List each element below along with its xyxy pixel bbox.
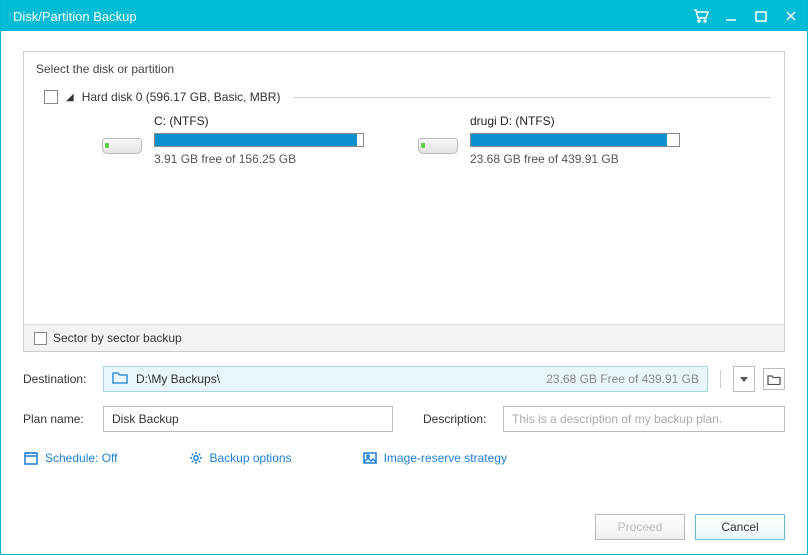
image-reserve-text: Image-reserve strategy [384,451,507,465]
partition-free-text: 3.91 GB free of 156.25 GB [154,152,364,166]
partition-item[interactable]: C: (NTFS) 3.91 GB free of 156.25 GB [98,114,364,166]
gear-icon [188,450,204,466]
browse-button[interactable] [763,368,785,390]
cancel-button[interactable]: Cancel [695,514,785,540]
destination-dropdown-button[interactable] [733,366,755,392]
partition-name: drugi D: (NTFS) [470,114,680,128]
panel-title: Select the disk or partition [24,52,784,84]
plan-name-label: Plan name: [23,412,95,426]
folder-icon [112,371,128,387]
description-input[interactable] [503,406,785,432]
maximize-icon[interactable] [753,8,769,24]
backup-options-text: Backup options [210,451,292,465]
drive-icon [98,132,144,160]
partition-name: C: (NTFS) [154,114,364,128]
window-title: Disk/Partition Backup [13,9,693,24]
calendar-icon [23,450,39,466]
destination-label: Destination: [23,372,95,386]
destination-free-text: 23.68 GB Free of 439.91 GB [546,372,699,386]
backup-options-link[interactable]: Backup options [188,450,292,466]
divider [720,370,721,388]
titlebar-buttons [693,8,799,24]
schedule-link[interactable]: Schedule: Off [23,450,118,466]
image-icon [362,450,378,466]
sector-backup-checkbox[interactable] [34,332,47,345]
sector-backup-label: Sector by sector backup [53,331,182,345]
cart-icon[interactable] [693,8,709,24]
partition-item[interactable]: drugi D: (NTFS) 23.68 GB free of 439.91 … [414,114,680,166]
panel-footer: Sector by sector backup [24,324,784,351]
drive-icon [414,132,460,160]
plan-name-input[interactable] [103,406,393,432]
usage-bar [154,133,364,147]
minimize-icon[interactable] [723,8,739,24]
partition-free-text: 23.68 GB free of 439.91 GB [470,152,680,166]
destination-row: Destination: D:\My Backups\ 23.68 GB Fre… [23,366,785,392]
description-label: Description: [423,412,495,426]
divider [294,97,770,98]
disk-header-row: ◢ Hard disk 0 (596.17 GB, Basic, MBR) [44,90,770,104]
destination-field[interactable]: D:\My Backups\ 23.68 GB Free of 439.91 G… [103,366,708,392]
plan-row: Plan name: Description: [23,406,785,432]
disk-checkbox[interactable] [44,90,58,104]
close-icon[interactable] [783,8,799,24]
image-reserve-link[interactable]: Image-reserve strategy [362,450,507,466]
options-row: Schedule: Off Backup options Image-reser… [23,450,785,466]
schedule-text: Schedule: Off [45,451,118,465]
collapse-arrow-icon[interactable]: ◢ [66,92,74,103]
disk-label: Hard disk 0 (596.17 GB, Basic, MBR) [82,90,281,104]
destination-path: D:\My Backups\ [136,372,220,386]
footer: Proceed Cancel [23,500,785,540]
titlebar: Disk/Partition Backup [1,1,807,31]
proceed-button[interactable]: Proceed [595,514,685,540]
disk-panel: Select the disk or partition ◢ Hard disk… [23,51,785,352]
usage-bar [470,133,680,147]
